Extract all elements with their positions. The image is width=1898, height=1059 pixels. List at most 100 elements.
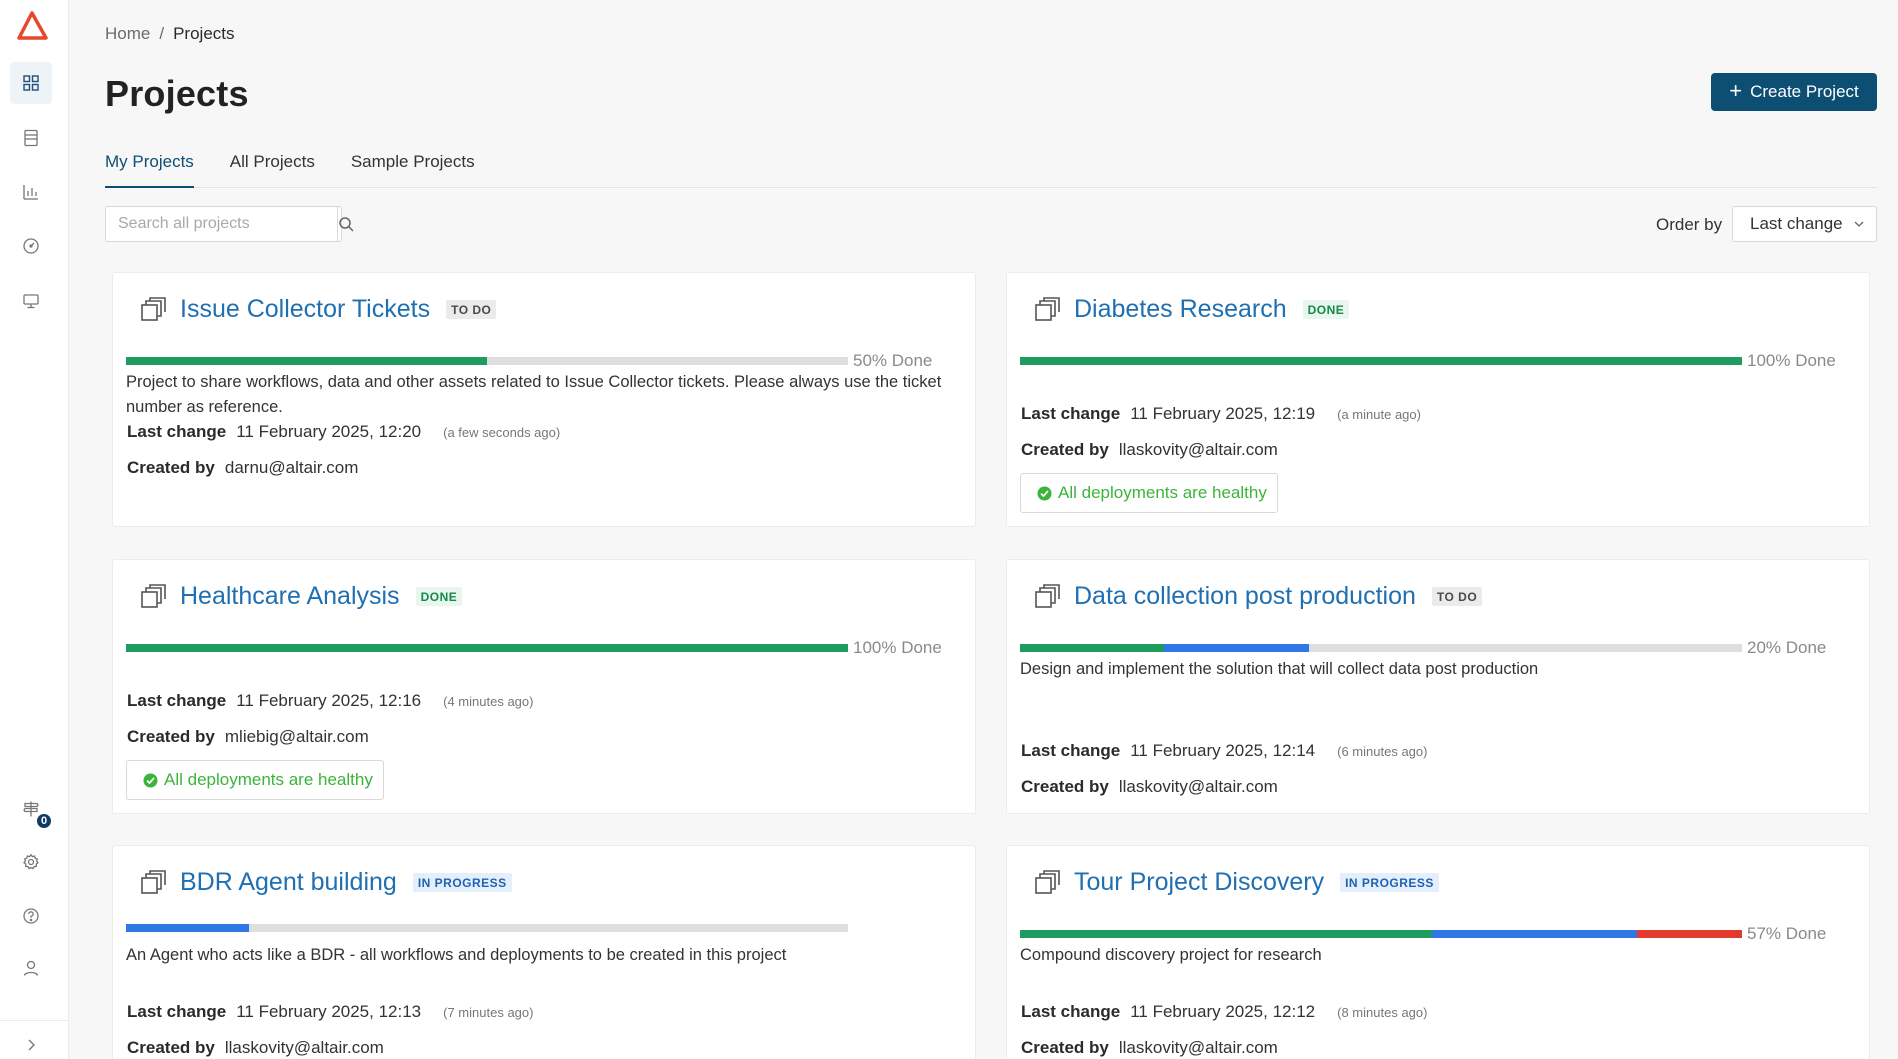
altair-logo[interactable]: [16, 11, 48, 41]
progress-segment: [126, 924, 249, 932]
project-card[interactable]: Healthcare Analysis DONE 100% Done Last …: [112, 559, 976, 814]
project-card[interactable]: BDR Agent building IN PROGRESS An Agent …: [112, 845, 976, 1059]
progress-label: 57% Done: [1747, 924, 1827, 943]
project-card[interactable]: Data collection post production TO DO 20…: [1006, 559, 1870, 814]
progress-label: 100% Done: [1747, 351, 1836, 370]
project-stack-icon: [141, 296, 166, 321]
last-change-relative: (6 minutes ago): [1337, 744, 1428, 759]
sidebar-item-deployments[interactable]: [10, 280, 52, 322]
create-project-button[interactable]: + Create Project: [1711, 73, 1877, 111]
tab-sample-projects[interactable]: Sample Projects: [351, 150, 475, 188]
deployment-health-badge[interactable]: All deployments are healthy: [1020, 473, 1278, 513]
sidebar-item-settings[interactable]: [10, 841, 52, 883]
order-by-select[interactable]: Last change: [1732, 206, 1877, 242]
sidebar-item-profile[interactable]: [10, 947, 52, 989]
progress-bar: [126, 644, 848, 652]
created-by-key: Created by: [127, 1038, 215, 1057]
tab-all-projects[interactable]: All Projects: [230, 150, 315, 188]
search-box: [105, 206, 354, 242]
created-by-row: Created by llaskovity@altair.com: [1021, 440, 1278, 460]
created-by-row: Created by darnu@altair.com: [127, 458, 358, 478]
gauge-icon: [23, 238, 39, 254]
chevron-down-icon: [1854, 221, 1864, 227]
sidebar-item-analytics[interactable]: [10, 171, 52, 213]
project-title[interactable]: Issue Collector Tickets: [180, 295, 430, 324]
created-by-value: llaskovity@altair.com: [1118, 440, 1278, 459]
deployment-health-text: All deployments are healthy: [164, 770, 373, 789]
status-badge: DONE: [1302, 300, 1350, 319]
progress-bar: [1020, 644, 1742, 652]
last-change-key: Last change: [1021, 1002, 1121, 1021]
last-change-relative: (a few seconds ago): [443, 425, 561, 440]
progress-row: 50% Done: [126, 351, 932, 371]
search-input[interactable]: [106, 207, 337, 241]
progress-bar: [1020, 930, 1742, 938]
project-description: An Agent who acts like a BDR - all workf…: [126, 946, 787, 964]
progress-segment: [126, 357, 487, 365]
create-project-label: Create Project: [1750, 82, 1859, 101]
created-by-value: mliebig@altair.com: [224, 727, 369, 746]
created-by-key: Created by: [127, 458, 215, 477]
deployment-health-badge[interactable]: All deployments are healthy: [126, 760, 384, 800]
last-change-key: Last change: [1021, 404, 1121, 423]
created-by-value: llaskovity@altair.com: [1118, 777, 1278, 796]
project-title[interactable]: Healthcare Analysis: [180, 582, 400, 611]
page-title: Projects: [105, 73, 249, 114]
project-stack-icon: [1035, 869, 1060, 894]
project-stack-icon: [141, 583, 166, 608]
last-change-row: Last change 11 February 2025, 12:13 (7 m…: [127, 1002, 533, 1022]
last-change-key: Last change: [1021, 741, 1121, 760]
sidebar: 0: [0, 0, 69, 1059]
last-change-row: Last change 11 February 2025, 12:12 (8 m…: [1021, 1002, 1427, 1022]
last-change-row: Last change 11 February 2025, 12:16 (4 m…: [127, 691, 533, 711]
breadcrumb-home[interactable]: Home: [105, 24, 150, 44]
chevron-right-icon: [28, 1039, 35, 1051]
last-change-relative: (7 minutes ago): [443, 1005, 534, 1020]
progress-segment: [1431, 930, 1638, 938]
project-stack-icon: [1035, 583, 1060, 608]
project-description: Design and implement the solution that w…: [1020, 660, 1539, 678]
last-change-value: 11 February 2025, 12:19: [1130, 404, 1316, 423]
notification-count-badge: 0: [35, 812, 53, 830]
progress-label: 20% Done: [1747, 638, 1827, 657]
status-badge: TO DO: [1431, 587, 1483, 606]
deployment-health-text: All deployments are healthy: [1058, 483, 1267, 502]
status-badge: IN PROGRESS: [1340, 873, 1439, 892]
card-header: Issue Collector Tickets TO DO: [140, 295, 497, 324]
sidebar-item-data[interactable]: [10, 117, 52, 159]
last-change-key: Last change: [127, 422, 227, 441]
progress-segment: [1020, 930, 1432, 938]
project-card[interactable]: Issue Collector Tickets TO DO 50% Done P…: [112, 272, 976, 527]
created-by-value: llaskovity@altair.com: [224, 1038, 384, 1057]
project-title[interactable]: Tour Project Discovery: [1074, 868, 1324, 897]
card-header: BDR Agent building IN PROGRESS: [140, 868, 512, 897]
project-title[interactable]: BDR Agent building: [180, 868, 397, 897]
sidebar-item-dashboards[interactable]: [10, 225, 52, 267]
card-header: Healthcare Analysis DONE: [140, 582, 463, 611]
last-change-value: 11 February 2025, 12:14: [1130, 741, 1316, 760]
project-title[interactable]: Data collection post production: [1074, 582, 1416, 611]
created-by-value: darnu@altair.com: [224, 458, 359, 477]
last-change-row: Last change 11 February 2025, 12:14 (6 m…: [1021, 741, 1427, 761]
tab-my-projects[interactable]: My Projects: [105, 150, 194, 188]
progress-row: 100% Done: [1020, 351, 1836, 371]
sidebar-item-projects[interactable]: [10, 62, 52, 104]
last-change-relative: (4 minutes ago): [443, 694, 534, 709]
last-change-value: 11 February 2025, 12:12: [1130, 1002, 1316, 1021]
project-description: Compound discovery project for research: [1020, 946, 1322, 964]
sidebar-expand-button[interactable]: [10, 1024, 52, 1059]
project-card[interactable]: Tour Project Discovery IN PROGRESS 57% D…: [1006, 845, 1870, 1059]
project-card[interactable]: Diabetes Research DONE 100% Done Last ch…: [1006, 272, 1870, 527]
project-title[interactable]: Diabetes Research: [1074, 295, 1287, 324]
status-badge: IN PROGRESS: [412, 873, 512, 892]
project-description: Project to share workflows, data and oth…: [126, 373, 942, 416]
sidebar-item-help[interactable]: [10, 895, 52, 937]
card-header: Data collection post production TO DO: [1034, 582, 1483, 611]
search-button[interactable]: [337, 207, 355, 241]
gear-icon: [23, 853, 39, 870]
order-by-value: Last change: [1750, 214, 1843, 233]
last-change-value: 11 February 2025, 12:16: [236, 691, 422, 710]
created-by-row: Created by llaskovity@altair.com: [127, 1038, 384, 1058]
monitor-icon: [23, 294, 39, 309]
progress-bar: [126, 924, 848, 932]
